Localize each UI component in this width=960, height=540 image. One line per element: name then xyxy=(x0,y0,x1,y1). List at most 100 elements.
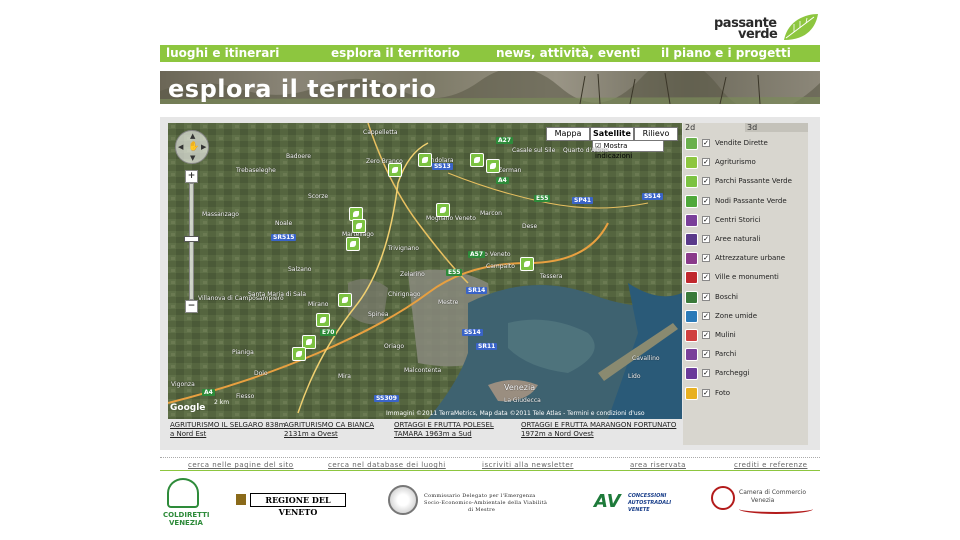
nearby-distance[interactable]: TAMARA 1963m a Sud xyxy=(394,430,494,439)
layer-checkbox[interactable]: ✓ xyxy=(702,350,710,359)
zoom-out-button[interactable]: − xyxy=(185,300,198,313)
layer-label: Parchi Passante Verde xyxy=(715,177,792,186)
map-type-mappa[interactable]: Mappa xyxy=(546,127,590,141)
map-marker[interactable] xyxy=(338,293,352,307)
layer-row[interactable]: ✓ Agriturismo xyxy=(683,155,808,171)
hand-icon: ✋ xyxy=(188,142,200,152)
map-copyright[interactable]: Immagini ©2011 TerraMetrics, Map data ©2… xyxy=(386,410,645,417)
zoom-in-button[interactable]: + xyxy=(185,170,198,183)
road-shield: SS14 xyxy=(642,193,663,200)
commissario-logo[interactable]: Commissario Delegato per l'Emergenza Soc… xyxy=(388,485,563,517)
google-logo[interactable]: Google xyxy=(170,403,205,413)
tab-2d[interactable]: 2d xyxy=(683,123,745,132)
nearby-name[interactable]: AGRITURISMO IL SELGARO 838m xyxy=(170,421,286,430)
place-label: Trivignano xyxy=(388,245,419,252)
layer-row[interactable]: ✓ Centri Storici xyxy=(683,213,808,229)
page-title: esplora il territorio xyxy=(168,75,437,103)
footer-link-newsletter[interactable]: iscriviti alla newsletter xyxy=(482,461,574,469)
map-marker[interactable] xyxy=(418,153,432,167)
layer-row[interactable]: ✓ Parcheggi xyxy=(683,366,808,382)
layer-icon xyxy=(685,290,698,304)
nearby-item[interactable]: ORTAGGI E FRUTTA MARANGON FORTUNATO 1972m… xyxy=(521,421,676,439)
footer-link-reserved[interactable]: area riservata xyxy=(630,461,686,469)
map-marker[interactable] xyxy=(388,163,402,177)
cav-logo[interactable]: AV CONCESSIONI AUTOSTRADALI VENETE xyxy=(594,490,671,514)
camera-swoosh xyxy=(739,504,813,514)
tab-3d[interactable]: 3d xyxy=(745,123,808,132)
map-marker[interactable] xyxy=(352,219,366,233)
layer-checkbox[interactable]: ✓ xyxy=(702,369,710,378)
layer-row[interactable]: ✓ Attrezzature urbane xyxy=(683,251,808,267)
map-marker[interactable] xyxy=(486,159,500,173)
map-marker[interactable] xyxy=(316,313,330,327)
pan-left-icon[interactable]: ◀ xyxy=(178,143,183,151)
layer-row[interactable]: ✓ Boschi xyxy=(683,290,808,306)
camera-commercio-logo[interactable]: Camera di Commercio Venezia xyxy=(711,486,815,520)
coldiretti-logo[interactable]: COLDIRETTI VENEZIA xyxy=(163,478,209,528)
map-marker[interactable] xyxy=(470,153,484,167)
layer-row[interactable]: ✓ Mulini xyxy=(683,328,808,344)
map-type-rilievo[interactable]: Rilievo xyxy=(634,127,678,141)
nearby-name[interactable]: AGRITURISMO CA BIANCA xyxy=(284,421,374,430)
pan-up-icon[interactable]: ▲ xyxy=(190,132,195,140)
nearby-name[interactable]: ORTAGGI E FRUTTA POLESEL xyxy=(394,421,494,430)
pan-control[interactable]: ▲ ◀ ▶ ▼ ✋ xyxy=(175,130,209,164)
commissario-line-2: Socio-Economico-Ambientale della Viabili… xyxy=(424,500,548,506)
regione-veneto-logo[interactable]: REGIONE DEL VENETO xyxy=(236,493,346,517)
layer-row[interactable]: ✓ Ville e monumenti xyxy=(683,270,808,286)
layers-panel: 2d 3d ✓ Vendite Dirette ✓ Agriturismo ✓ Parch… xyxy=(683,123,808,445)
layer-checkbox[interactable]: ✓ xyxy=(702,139,710,147)
nearby-distance[interactable]: 1972m a Nord Ovest xyxy=(521,430,676,439)
footer-link-search-db[interactable]: cerca nel database dei luoghi xyxy=(328,461,446,469)
layer-checkbox[interactable]: ✓ xyxy=(702,331,710,339)
nearby-item[interactable]: AGRITURISMO IL SELGARO 838m a Nord Est xyxy=(170,421,286,439)
layer-icon xyxy=(685,137,698,150)
place-label: Noale xyxy=(275,220,293,227)
layer-label: Vendite Dirette xyxy=(715,139,768,147)
footer-link-credits[interactable]: crediti e referenze xyxy=(734,461,807,469)
layer-row[interactable]: ✓ Aree naturali xyxy=(683,232,808,248)
layer-checkbox[interactable]: ✓ xyxy=(702,254,710,263)
place-label: Villanova di Camposampiero xyxy=(198,295,284,302)
nearby-item[interactable]: ORTAGGI E FRUTTA POLESEL TAMARA 1963m a S… xyxy=(394,421,494,439)
layer-checkbox[interactable]: ✓ xyxy=(702,235,710,243)
layer-row[interactable]: ✓ Vendite Dirette xyxy=(683,136,808,152)
nav-esplora[interactable]: esplora il territorio xyxy=(331,46,460,60)
layer-row[interactable]: ✓ Parchi xyxy=(683,347,808,363)
map-type-satellite[interactable]: Satellite xyxy=(590,127,634,141)
nearby-item[interactable]: AGRITURISMO CA BIANCA 2131m a Ovest xyxy=(284,421,374,439)
nav-piano[interactable]: il piano e i progetti xyxy=(661,46,791,60)
layer-row[interactable]: ✓ Parchi Passante Verde xyxy=(683,174,808,190)
layer-checkbox[interactable]: ✓ xyxy=(702,388,710,397)
layer-row[interactable]: ✓ Zone umide xyxy=(683,309,808,325)
pan-right-icon[interactable]: ▶ xyxy=(201,143,206,151)
road-shield: A57 xyxy=(468,251,485,258)
pan-down-icon[interactable]: ▼ xyxy=(190,154,195,162)
footer-link-search-site[interactable]: cerca nelle pagine del sito xyxy=(188,461,294,469)
satellite-map[interactable]: Mappa Satellite Rilievo ☑ Mostra indicaz… xyxy=(168,123,682,419)
nav-news[interactable]: news, attività, eventi xyxy=(496,46,640,60)
layer-row[interactable]: ✓ Nodi Passante Verde xyxy=(683,194,808,210)
map-marker[interactable] xyxy=(520,257,534,271)
map-marker[interactable] xyxy=(346,237,360,251)
layer-checkbox[interactable]: ✓ xyxy=(702,292,710,301)
nearby-distance[interactable]: 2131m a Ovest xyxy=(284,430,374,439)
layer-checkbox[interactable]: ✓ xyxy=(702,215,710,224)
nav-luoghi[interactable]: luoghi e itinerari xyxy=(166,46,279,60)
nearby-name[interactable]: ORTAGGI E FRUTTA MARANGON FORTUNATO xyxy=(521,421,676,430)
layer-checkbox[interactable]: ✓ xyxy=(702,311,710,320)
layer-checkbox[interactable]: ✓ xyxy=(702,196,710,205)
zoom-slider-handle[interactable] xyxy=(184,236,199,242)
page: passante verde home luoghi e itinerari e… xyxy=(0,0,960,540)
map-marker[interactable] xyxy=(436,203,450,217)
map-marker[interactable] xyxy=(292,347,306,361)
layer-checkbox[interactable]: ✓ xyxy=(702,177,710,186)
layer-checkbox[interactable]: ✓ xyxy=(702,158,710,167)
place-label: Badoere xyxy=(286,153,311,160)
layer-checkbox[interactable]: ✓ xyxy=(702,273,710,282)
place-label: Mira xyxy=(338,373,351,380)
layer-icon xyxy=(685,213,698,227)
layer-row[interactable]: ✓ Foto xyxy=(683,386,808,402)
passante-verde-logo[interactable]: passante verde xyxy=(712,12,820,44)
nearby-distance[interactable]: a Nord Est xyxy=(170,430,286,439)
